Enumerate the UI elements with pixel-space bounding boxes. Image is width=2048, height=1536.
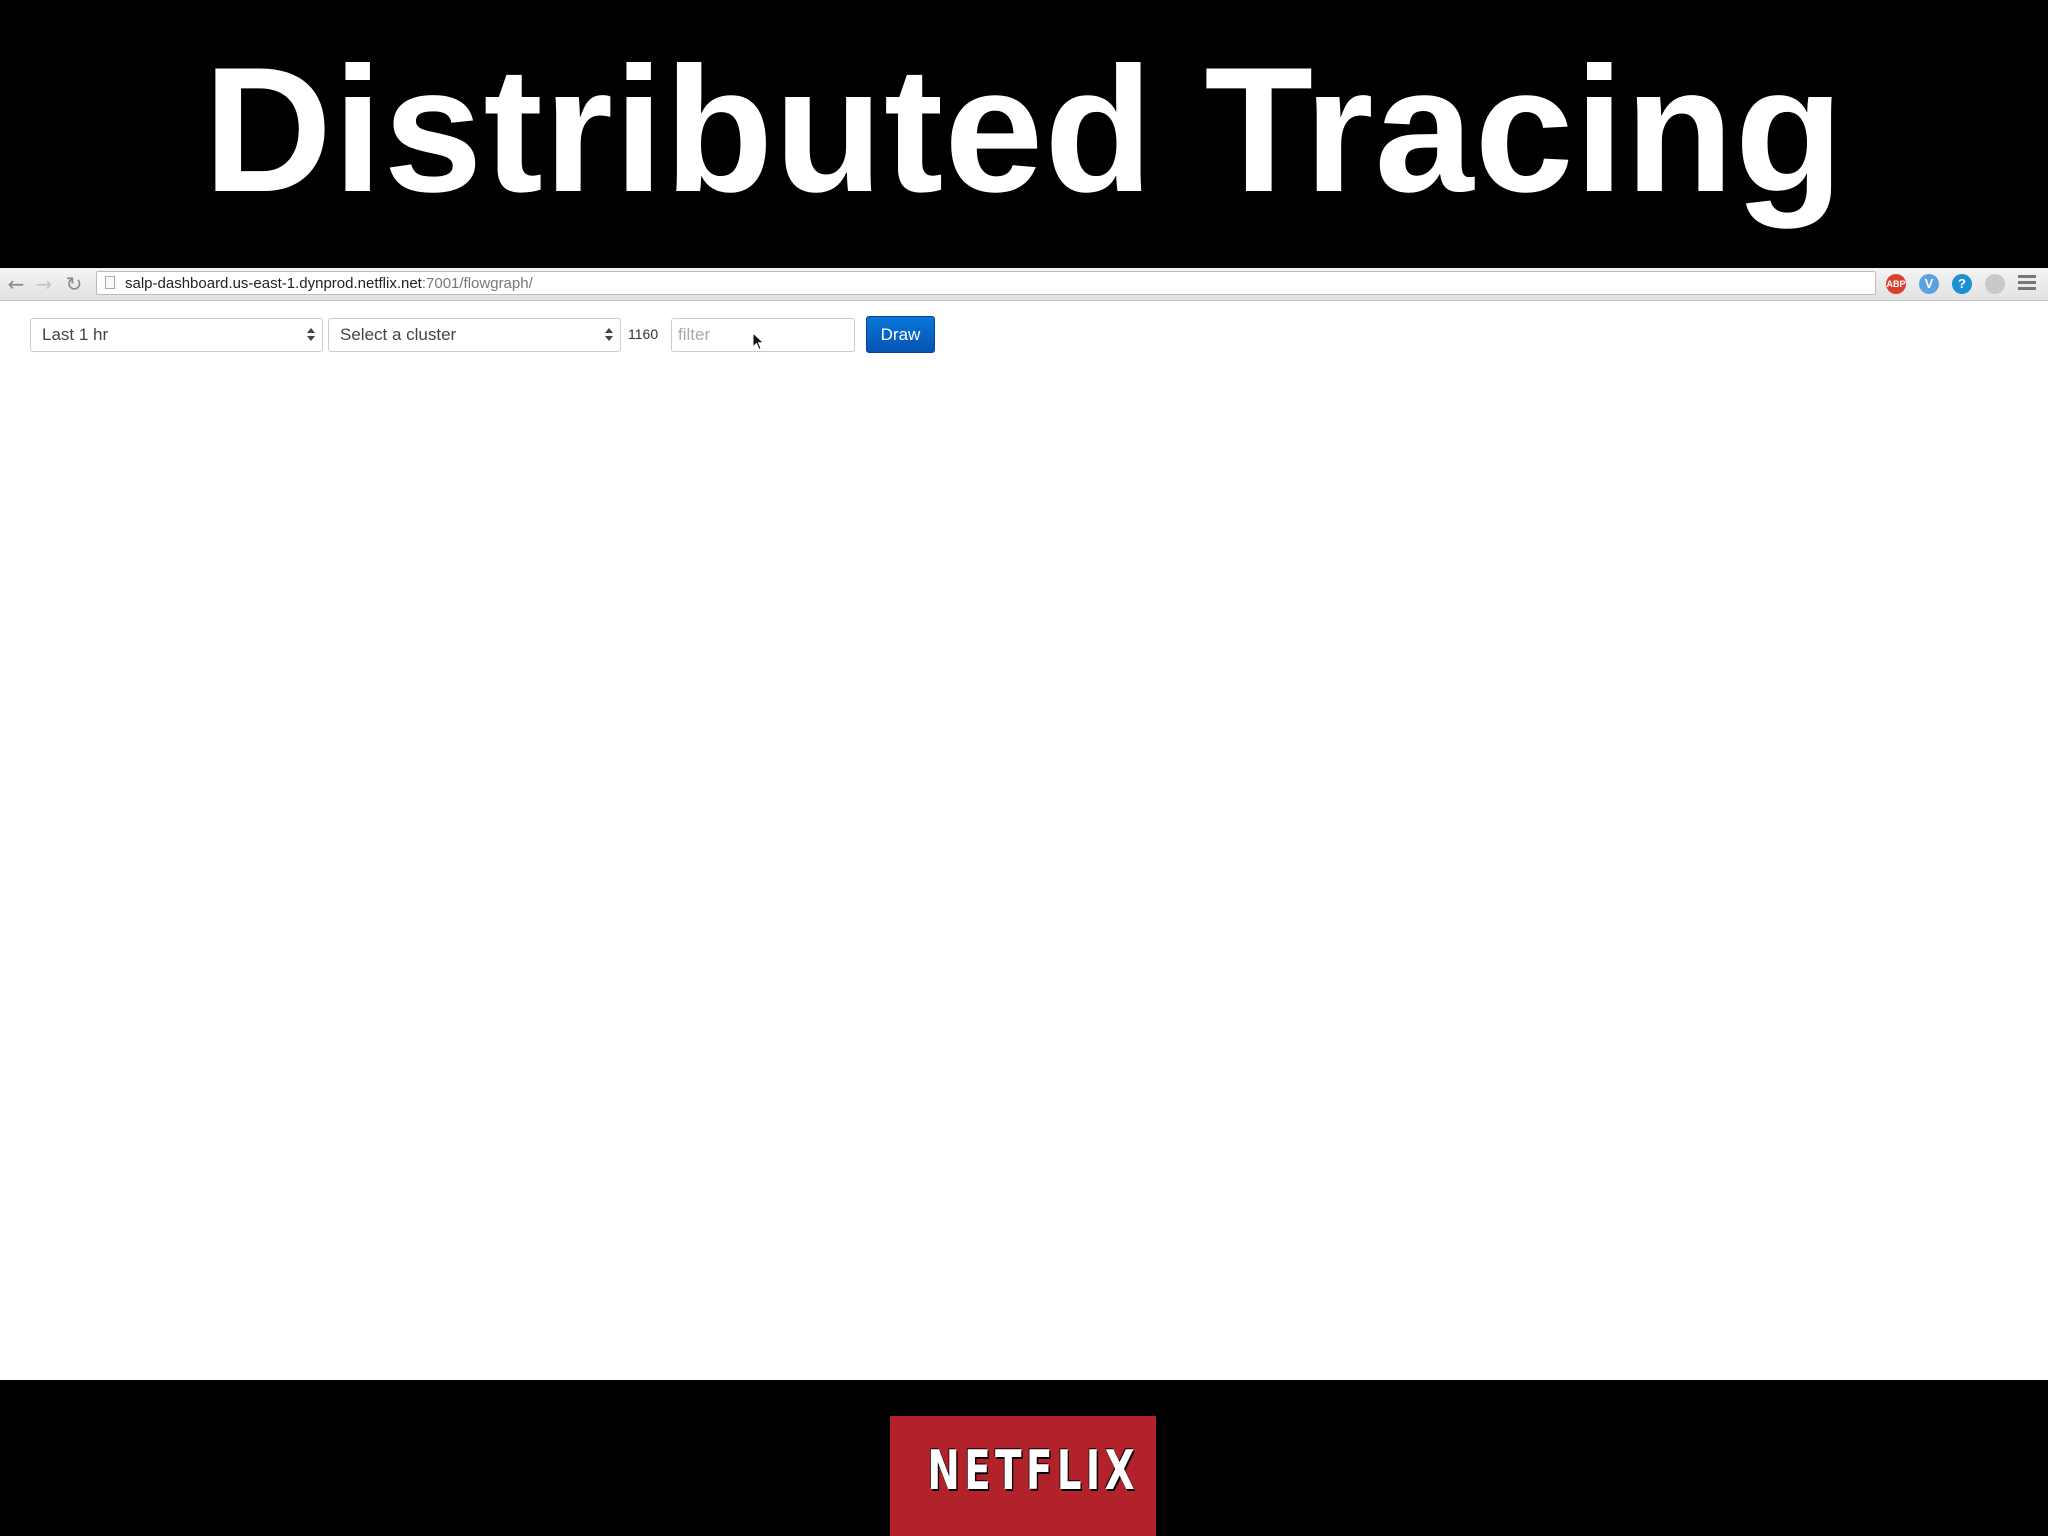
count-label: 1160 <box>628 326 659 342</box>
extension-1password-icon[interactable]: ? <box>1952 274 1972 294</box>
url-path: :7001/flowgraph/ <box>421 275 533 292</box>
select-arrows-icon <box>604 327 614 343</box>
forward-arrow-icon[interactable]: → <box>32 272 56 296</box>
cluster-select[interactable]: Select a cluster <box>328 318 621 352</box>
time-range-value: Last 1 hr <box>42 325 109 344</box>
cluster-value: Select a cluster <box>340 325 457 344</box>
hamburger-menu-icon[interactable] <box>2018 275 2036 293</box>
address-bar[interactable]: salp-dashboard.us-east-1.dynprod.netflix… <box>96 271 1876 295</box>
select-arrows-icon <box>306 327 316 343</box>
slide-title: Distributed Tracing <box>203 30 1845 229</box>
netflix-logo: NETFLIX <box>890 1416 1156 1536</box>
browser-window: ← → ↻ salp-dashboard.us-east-1.dynprod.n… <box>0 268 2048 1380</box>
adblock-icon[interactable]: ABP <box>1886 274 1906 294</box>
url-text: salp-dashboard.us-east-1.dynprod.netflix… <box>125 275 533 293</box>
mouse-cursor-icon <box>752 332 765 351</box>
back-arrow-icon[interactable]: ← <box>4 272 28 296</box>
browser-toolbar: ← → ↻ salp-dashboard.us-east-1.dynprod.n… <box>0 268 2048 301</box>
netflix-logo-text: NETFLIX <box>927 1439 1139 1502</box>
extension-v-icon[interactable]: V <box>1919 274 1939 294</box>
page-icon <box>105 276 115 289</box>
extension-sync-icon[interactable] <box>1985 274 2005 294</box>
slide: Distributed Tracing ← → ↻ salp-dashboard… <box>0 0 2048 1536</box>
time-range-select[interactable]: Last 1 hr <box>30 318 323 352</box>
reload-icon[interactable]: ↻ <box>62 272 86 296</box>
draw-button[interactable]: Draw <box>866 316 935 353</box>
url-host: salp-dashboard.us-east-1.dynprod.netflix… <box>125 275 422 292</box>
